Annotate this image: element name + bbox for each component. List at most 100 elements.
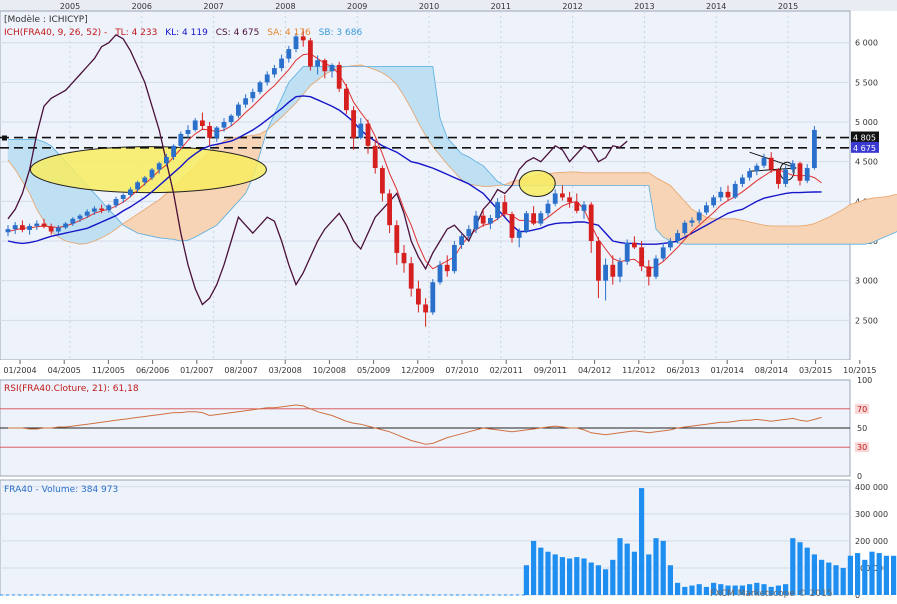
volume-bar (603, 569, 609, 595)
candle-up (581, 204, 587, 211)
candle-up (149, 169, 155, 178)
candle-up (286, 49, 292, 59)
date-label: 01/2004 (3, 366, 36, 375)
volume-bar (631, 551, 637, 595)
date-label: 03/2015 (799, 366, 832, 375)
candle-down (344, 88, 349, 111)
date-label: 06/2006 (136, 366, 169, 375)
candle-down (444, 264, 450, 272)
candle-up (790, 163, 796, 170)
candle-down (207, 126, 212, 138)
ichimoku-chart: 2005 2006 2007 2008 2009 2010 2011 2012 2013 2014… (0, 0, 897, 600)
volume-bar (639, 488, 645, 595)
legend-kl: KL: 4 119 (165, 28, 208, 38)
cloud-segment (871, 197, 880, 244)
candle-up (264, 74, 270, 83)
volume-bar (624, 543, 630, 595)
candle-down (372, 145, 378, 169)
candle-up (624, 242, 630, 262)
legend-ich: ICH(FRA40, 9, 26, 52) - (4, 28, 107, 38)
candle-up (804, 168, 810, 181)
candle-up (732, 183, 738, 198)
volume-tick-label: 400 000 (855, 483, 888, 492)
volume-bar (689, 585, 695, 595)
cloud-segment (612, 172, 621, 186)
candle-up (56, 227, 61, 232)
rsi-level-label: 50 (857, 424, 867, 433)
cloud-segment (626, 172, 635, 186)
candle-up (437, 264, 443, 283)
volume-bar (703, 586, 709, 595)
cloud-segment (144, 203, 153, 237)
date-label: 04/2012 (578, 366, 611, 375)
year-label: 2007 (203, 2, 223, 11)
candle-up (538, 213, 544, 224)
volume-bar (847, 555, 853, 595)
volume-bar (653, 538, 659, 595)
candle-up (293, 36, 299, 50)
volume-bar (660, 540, 666, 595)
candle-up (682, 222, 688, 234)
cloud-segment (605, 172, 614, 186)
candle-up (524, 213, 529, 232)
date-label: 06/2013 (666, 366, 699, 375)
legend-tl: TL: 4 233 (114, 28, 157, 38)
candle-down (380, 168, 385, 194)
candle-down (48, 226, 54, 232)
cloud-segment (583, 172, 592, 186)
candle-down (41, 223, 47, 227)
indicator-legend: ICH(FRA40, 9, 26, 52) - TL: 4 233 KL: 4 … (4, 28, 362, 38)
candle-down (567, 197, 572, 203)
candle-up (120, 195, 126, 199)
candle-up (459, 236, 464, 245)
candle-up (358, 123, 364, 138)
rsi-level-label: 0 (857, 472, 862, 481)
candle-up (740, 177, 745, 184)
candle-up (279, 58, 284, 69)
date-label: 11/2012 (622, 366, 655, 375)
cloud-segment (778, 225, 786, 245)
candle-down (768, 157, 774, 170)
price-tick-label: 3 000 (855, 277, 878, 286)
cloud-segment (598, 172, 606, 186)
candle-down (502, 202, 508, 215)
highlight-ellipse (518, 170, 556, 198)
year-label: 2011 (491, 2, 511, 11)
candle-up (754, 165, 760, 172)
cloud-segment (749, 221, 758, 245)
candle-up (545, 203, 551, 214)
cloud-segment (461, 153, 470, 185)
cloud-segment (166, 186, 174, 240)
cloud-segment (799, 224, 808, 245)
candle-up (272, 68, 277, 75)
candle-up (171, 145, 176, 157)
candle-up (466, 229, 472, 237)
volume-tick-label: 300 000 (855, 510, 888, 519)
cloud-segment (814, 219, 822, 245)
cloud-segment (835, 208, 844, 245)
cloud-segment (554, 172, 563, 186)
candle-up (185, 129, 191, 134)
volume-bar (862, 559, 868, 595)
year-label: 2015 (778, 2, 798, 11)
candle-up (747, 171, 752, 178)
price-tick-label: 6 000 (855, 39, 878, 48)
cloud-segment (590, 172, 599, 186)
volume-bar (646, 554, 652, 595)
volume-bar (545, 551, 551, 595)
candle-up (552, 193, 558, 204)
volume-bar (667, 565, 673, 595)
year-label: 2014 (706, 2, 726, 11)
candle-down (423, 304, 428, 313)
candle-up (92, 208, 97, 212)
year-label: 2009 (347, 2, 367, 11)
cloud-segment (878, 196, 887, 240)
candle-down (200, 120, 205, 127)
candle-up (250, 91, 256, 99)
candle-up (668, 241, 673, 248)
volume-bar (869, 551, 875, 595)
candle-up (164, 156, 169, 164)
highlight-ellipse (29, 146, 267, 194)
candle-down (509, 214, 515, 238)
volume-bar (581, 558, 587, 595)
